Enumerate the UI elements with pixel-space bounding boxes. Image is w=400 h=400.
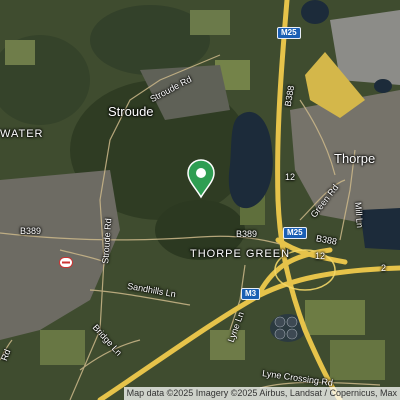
place-label-water: WATER — [0, 128, 44, 140]
lake — [360, 208, 400, 250]
field — [40, 330, 85, 365]
place-label-stroude: Stroude — [108, 104, 154, 119]
train-station-icon[interactable] — [59, 257, 73, 268]
place-label-thorpe: Thorpe — [334, 151, 376, 166]
place-label-thorpe-green: THORPE GREEN — [190, 248, 291, 260]
road-label-junction-2: 2 — [381, 263, 387, 273]
road-label-junction-12b: 12 — [315, 251, 326, 261]
field — [190, 10, 230, 35]
map-view[interactable]: Stroude Thorpe THORPE GREEN WATER Stroud… — [0, 0, 400, 400]
treatment-tank — [286, 316, 298, 328]
field — [305, 300, 365, 335]
location-pin-icon[interactable] — [186, 159, 216, 199]
road-label-b389-center: B389 — [236, 229, 258, 239]
treatment-tank — [274, 316, 286, 328]
treatment-tank — [286, 328, 298, 340]
field — [5, 40, 35, 65]
motorway-shield-m3: M3 — [241, 288, 261, 300]
motorway-shield-m25-top: M25 — [277, 27, 301, 39]
road-label-mill-ln: Mill Ln — [353, 201, 365, 229]
road-label-junction-12: 12 — [285, 172, 296, 182]
treatment-tank — [274, 328, 286, 340]
motorway-shield-m25-mid: M25 — [283, 227, 307, 239]
map-attribution: Map data ©2025 Imagery ©2025 Airbus, Lan… — [123, 387, 400, 400]
road-label-b389-left: B389 — [20, 226, 42, 236]
field — [330, 340, 385, 380]
lake — [374, 79, 392, 93]
lake — [301, 0, 329, 24]
satellite-imagery[interactable] — [0, 0, 400, 400]
